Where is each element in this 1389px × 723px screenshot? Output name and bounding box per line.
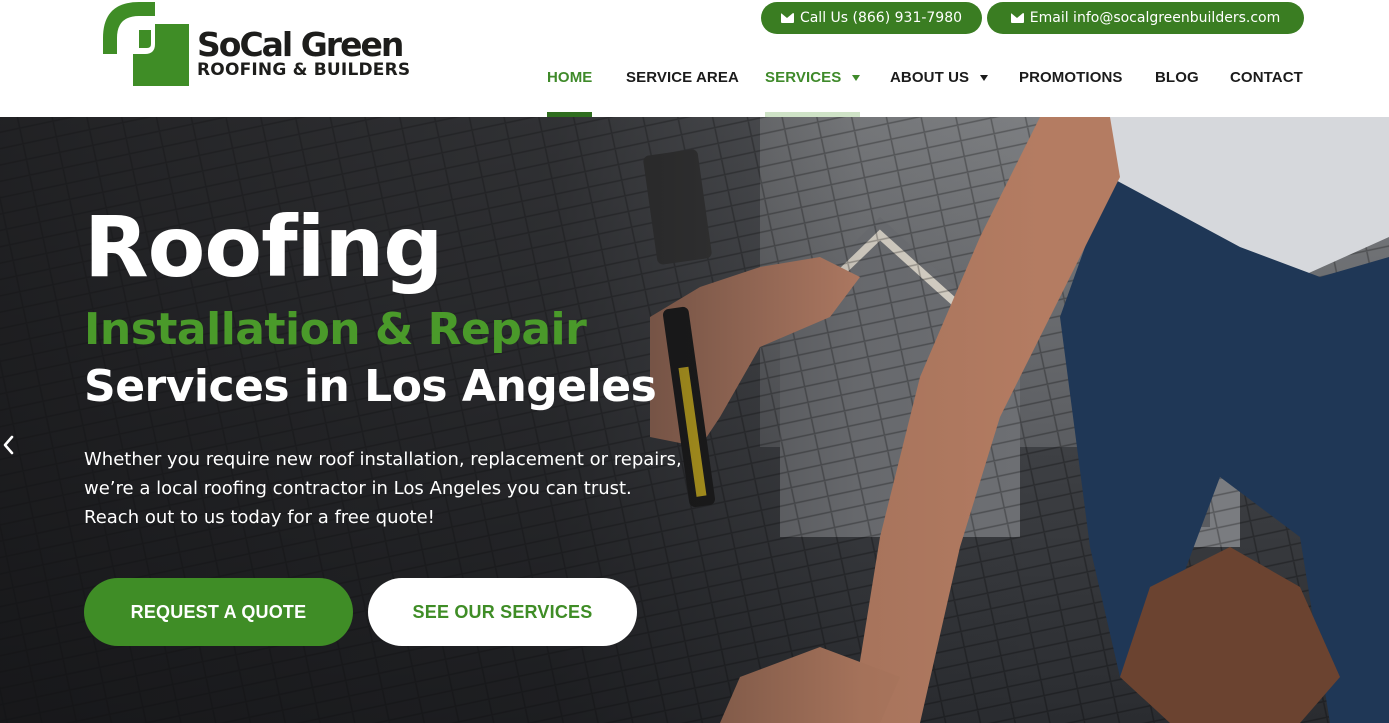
envelope-icon	[1010, 13, 1024, 23]
email-label: Email info@socalgreenbuilders.com	[1029, 10, 1281, 26]
hero-description-line: we’re a local roofing contractor in Los …	[84, 478, 632, 499]
nav-item-blog[interactable]: BLOG	[1155, 60, 1199, 117]
nav-item-label: PROMOTIONS	[1019, 69, 1123, 86]
nav-item-label: SERVICE AREA	[626, 69, 739, 86]
hero-slider: Roofing Installation & Repair Services i…	[0, 117, 1389, 723]
nav-item-label: CONTACT	[1230, 69, 1303, 86]
nav-item-service-area[interactable]: SERVICE AREA	[626, 60, 739, 117]
logo-mark-icon	[103, 2, 189, 86]
logo-name: SoCal Green	[197, 25, 404, 64]
hero-subtitle-white: Services in Los Angeles	[84, 361, 657, 412]
nav-item-about-us[interactable]: ABOUT US	[890, 60, 989, 117]
logo-tagline: ROOFING & BUILDERS	[197, 60, 411, 80]
nav-item-promotions[interactable]: PROMOTIONS	[1019, 60, 1123, 117]
hero-description-line: Reach out to us today for a free quote!	[84, 507, 435, 528]
site-header: SoCal Green ROOFING & BUILDERS Call Us (…	[0, 0, 1389, 117]
nav-item-label: SERVICES	[765, 69, 842, 86]
caret-down-icon	[852, 75, 861, 81]
nav-item-label: HOME	[547, 69, 593, 86]
nav-item-label: ABOUT US	[890, 69, 970, 86]
envelope-icon	[780, 13, 794, 23]
logo-wordmark: SoCal Green ROOFING & BUILDERS	[197, 25, 411, 81]
nav-item-services[interactable]: SERVICES	[765, 60, 861, 117]
chevron-left-icon[interactable]	[2, 435, 14, 455]
hero-title: Roofing	[84, 198, 443, 296]
nav-item-home[interactable]: HOME	[547, 60, 593, 117]
hero-description-line: Whether you require new roof installatio…	[84, 449, 682, 470]
see-services-button[interactable]: SEE OUR SERVICES	[368, 578, 637, 646]
caret-down-icon	[980, 75, 989, 81]
hero-description: Whether you require new roof installatio…	[84, 445, 704, 532]
request-quote-button[interactable]: REQUEST A QUOTE	[84, 578, 353, 646]
site-logo[interactable]: SoCal Green ROOFING & BUILDERS	[103, 2, 433, 86]
call-label: Call Us (866) 931-7980	[799, 10, 963, 26]
hero-subtitle-green: Installation & Repair	[84, 304, 587, 355]
email-button[interactable]: Email info@socalgreenbuilders.com	[987, 2, 1304, 34]
nav-item-contact[interactable]: CONTACT	[1230, 60, 1303, 117]
call-button[interactable]: Call Us (866) 931-7980	[761, 2, 982, 34]
nav-item-label: BLOG	[1155, 69, 1199, 86]
